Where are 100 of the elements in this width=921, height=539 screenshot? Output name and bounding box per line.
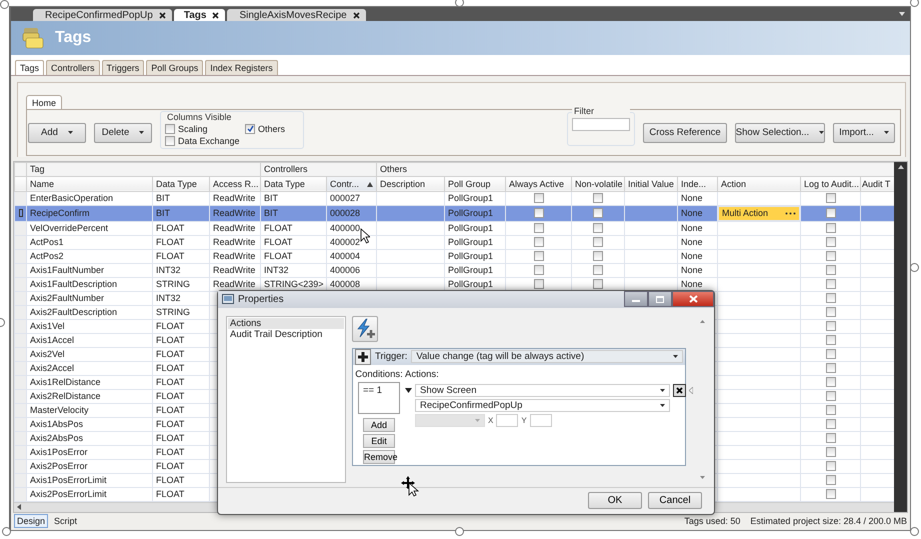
add-button[interactable] [355,348,371,365]
checkbox[interactable] [593,251,604,262]
document-tab[interactable]: SingleAxisMovesRecipe [227,9,366,22]
checkbox[interactable] [593,279,604,290]
checkbox[interactable] [826,251,836,262]
table-row[interactable]: VelOverridePercent FLOAT ReadWrite FLOAT 400000 PollGroup1 None [14,221,894,236]
resize-handle[interactable] [455,0,464,7]
checkbox[interactable] [165,136,175,146]
column-header[interactable]: Poll Group [444,176,506,192]
resize-handle[interactable] [910,527,919,536]
view-tab[interactable]: Design [14,514,48,528]
table-row[interactable]: ActPos2 FLOAT ReadWrite FLOAT 400004 PollGroup1 None [14,249,894,264]
checkbox[interactable] [826,279,836,290]
condition-button[interactable]: Remove [363,450,395,464]
checkbox[interactable] [534,223,544,234]
column-header[interactable]: Data Type [260,176,326,192]
ribbon-button[interactable]: Cross Reference [643,122,727,143]
checkbox[interactable] [534,279,544,290]
checkbox[interactable] [534,208,544,218]
delete-button[interactable] [673,384,686,397]
column-header[interactable]: Name [26,176,152,192]
checkbox[interactable] [826,293,836,304]
checkbox[interactable] [534,237,544,248]
document-tab[interactable]: Tags [174,9,226,22]
checkbox[interactable] [826,265,836,276]
column-header[interactable]: Data Type [152,176,210,192]
checkbox[interactable] [826,391,836,402]
checkbox[interactable] [826,433,836,444]
sort-arrow-icon[interactable] [367,182,374,188]
column-header[interactable]: Initial Value [624,176,678,192]
close-icon[interactable] [352,12,360,19]
checkbox[interactable] [826,419,836,430]
view-tab[interactable]: Script [52,515,80,528]
column-header[interactable]: Log to Audit... [800,176,861,192]
checkbox[interactable] [593,237,604,248]
list-item[interactable]: Audit Trail Description [228,328,344,340]
filter-field[interactable] [572,118,630,131]
collapse-icon[interactable] [689,386,693,394]
checkbox[interactable] [826,307,836,318]
view-tab[interactable]: Index Registers [205,60,278,76]
checkbox[interactable] [826,321,836,332]
close-icon[interactable] [212,12,220,19]
y-field[interactable] [530,414,552,427]
vertical-scrollbar[interactable] [894,162,907,512]
column-header[interactable]: Contr... [326,176,377,192]
column-header[interactable]: Audit T [860,176,894,192]
x-field[interactable] [496,414,518,427]
checkbox[interactable] [826,475,836,486]
close-icon[interactable] [158,12,166,19]
checkbox[interactable] [826,223,836,234]
table-row[interactable]: Axis1FaultNumber INT32 ReadWrite INT32 400006 PollGroup1 None [14,263,894,278]
minimize-button[interactable] [624,291,648,307]
checkbox[interactable] [826,447,836,458]
action-dropdown[interactable]: Show Screen [415,384,670,397]
dialog-button[interactable]: OK [588,492,642,510]
checkbox[interactable] [593,193,604,204]
column-header[interactable]: Always Active [506,176,572,192]
condition-button[interactable]: Add [363,418,395,432]
maximize-button[interactable] [648,291,672,307]
checkbox[interactable] [826,349,836,360]
ribbon-tab[interactable]: Home [26,95,62,110]
ellipsis-icon[interactable] [785,212,796,215]
ribbon-button[interactable]: Add [28,122,86,143]
resize-handle[interactable] [910,263,919,272]
checkbox[interactable] [534,265,544,276]
checkbox[interactable] [826,193,836,204]
checkbox[interactable] [826,377,836,388]
checkbox[interactable] [534,251,544,262]
condition-button[interactable]: Edit [363,434,395,448]
table-row[interactable]: EnterBasicOperation BIT ReadWrite BIT 000027 PollGroup1 None [14,191,894,206]
table-row[interactable]: ActPos1 FLOAT ReadWrite FLOAT 400002 PollGroup1 None [14,235,894,250]
resize-handle[interactable] [0,0,9,9]
document-tab[interactable]: RecipeConfirmedPopUp [33,9,172,22]
view-tab[interactable]: Triggers [102,60,144,76]
view-tab[interactable]: Controllers [46,60,100,76]
column-header[interactable]: Access R... [210,176,260,192]
view-tab[interactable]: Poll Groups [146,60,204,76]
resize-handle[interactable] [455,527,464,536]
ribbon-button[interactable]: Import... [833,122,895,143]
caret-icon[interactable] [899,12,905,16]
checkbox[interactable] [826,489,836,500]
ribbon-button[interactable]: Delete [94,122,152,143]
checkbox[interactable] [593,223,604,234]
trigger-dropdown[interactable]: Value change (tag will be always active) [411,350,683,364]
scroll-left-icon[interactable] [17,504,21,510]
column-header[interactable]: Description [376,176,445,192]
checkbox[interactable] [826,208,836,218]
dialog-button[interactable]: Cancel [648,492,702,510]
checkbox[interactable] [593,265,604,276]
view-tab[interactable]: Tags [15,60,44,76]
resize-handle[interactable] [910,0,919,7]
checkbox[interactable] [826,461,836,472]
checkbox[interactable] [826,363,836,374]
checkbox[interactable] [593,208,604,218]
screen-dropdown[interactable]: RecipeConfirmedPopUp [415,398,670,412]
list-item[interactable]: Actions [228,318,344,329]
checkbox[interactable] [534,193,544,204]
column-header[interactable]: Inde... [678,176,718,192]
checkbox-label[interactable]: Data Exchange [178,136,240,146]
checkbox[interactable] [165,124,175,134]
